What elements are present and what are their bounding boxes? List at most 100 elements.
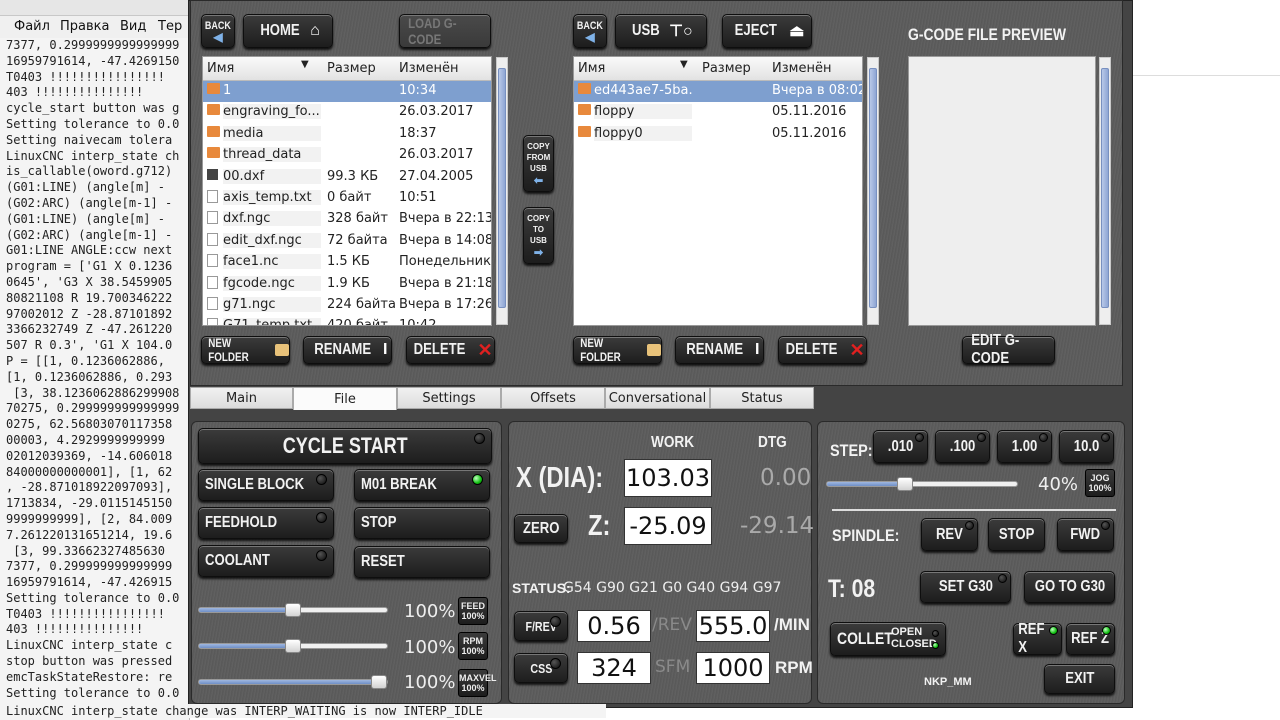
tab-conversational[interactable]: Conversational <box>605 387 710 409</box>
ref-x-button[interactable]: REF X <box>1013 621 1062 656</box>
file-row[interactable]: axis_temp.txt 0 байт 10:51 <box>203 188 491 209</box>
rpm-override-slider[interactable] <box>198 639 388 653</box>
file-row[interactable]: 00.dxf 99.3 КБ 27.04.2005 <box>203 167 491 188</box>
file-row[interactable]: ed443ae7-5ba... Вчера в 08:02 <box>574 81 862 103</box>
local-list-scrollbar[interactable] <box>496 57 508 325</box>
feed-override-knob[interactable] <box>285 603 301 617</box>
reset-button[interactable]: RESET <box>354 546 490 578</box>
m01-break-button[interactable]: M01 BREAK <box>354 469 490 501</box>
rpm-override-knob[interactable] <box>285 639 301 653</box>
step-100-button[interactable]: .100 <box>935 430 990 463</box>
local-file-list[interactable]: Имя ▼ Размер Изменён 1 10:34 engraving_fo.… <box>202 56 492 326</box>
tab-offsets[interactable]: Offsets <box>501 387 605 409</box>
local-delete-button[interactable]: DELETE ✕ <box>406 336 495 364</box>
set-g30-button[interactable]: SET G30 <box>920 571 1011 603</box>
col-modified[interactable]: Изменён <box>399 61 458 76</box>
copy-to-usb-button[interactable]: COPY TO USB ➡ <box>523 207 554 264</box>
tab-main[interactable]: Main <box>190 387 293 409</box>
usb-list-scrollbar[interactable] <box>867 57 879 325</box>
jog-speed-knob[interactable] <box>897 477 913 491</box>
z-work-value[interactable]: -25.09 <box>624 507 712 545</box>
preview-scroll-thumb[interactable] <box>1101 68 1109 308</box>
col-size[interactable]: Размер <box>327 61 376 76</box>
css-button[interactable]: CSS <box>514 653 568 683</box>
maxvel-reset-button[interactable]: MAXVEL 100% <box>458 669 497 697</box>
file-row[interactable]: engraving_fo... 26.03.2017 <box>203 102 491 123</box>
step-1-button[interactable]: 1.00 <box>997 430 1052 463</box>
usb-scroll-thumb[interactable] <box>869 68 877 308</box>
spindle-rev-button[interactable]: REV <box>921 518 978 551</box>
load-gcode-button[interactable]: LOAD G-CODE <box>399 14 491 48</box>
spindle-fwd-button[interactable]: FWD <box>1057 518 1114 551</box>
file-row[interactable]: media 18:37 <box>203 124 491 145</box>
feed-override-slider[interactable] <box>198 603 388 617</box>
usb-delete-button[interactable]: DELETE ✕ <box>778 336 867 364</box>
feed-per-rev-button[interactable]: F/REV <box>514 611 568 641</box>
usb-back-button[interactable]: BACK ◀ <box>573 14 607 48</box>
usb-button[interactable]: USB ⊤○ <box>615 14 707 48</box>
file-row[interactable]: dxf.ngc 328 байт Вчера в 22:13 <box>203 209 491 230</box>
sfm-value[interactable]: 324 <box>577 652 651 684</box>
file-row[interactable]: fgcode.ngc 1.9 КБ Вчера в 21:18 <box>203 274 491 295</box>
usb-file-list[interactable]: Имя ▼ Размер Изменён ed443ae7-5ba... Вчер… <box>573 56 863 326</box>
feed-per-rev-value[interactable]: 0.56 <box>577 610 651 642</box>
sort-chevron-icon[interactable]: ▼ <box>301 59 309 70</box>
home-button[interactable]: HOME ⌂ <box>243 14 333 48</box>
edit-gcode-button[interactable]: EDIT G-CODE <box>962 332 1055 367</box>
file-row[interactable]: G71_temp.txt 420 байт 10:42 <box>203 316 491 325</box>
feedhold-button[interactable]: FEEDHOLD <box>198 507 334 539</box>
preview-scrollbar[interactable] <box>1099 57 1111 325</box>
menu-file[interactable]: Файл <box>14 19 50 34</box>
local-new-folder-button[interactable]: NEW FOLDER <box>201 336 290 364</box>
local-delete-label: DELETE <box>414 341 466 358</box>
x-work-value[interactable]: 103.03 <box>624 459 712 497</box>
eject-button[interactable]: EJECT ⏏ <box>722 14 812 48</box>
exit-button[interactable]: EXIT <box>1044 664 1115 694</box>
file-row[interactable]: floppy 05.11.2016 <box>574 102 862 123</box>
file-row[interactable]: edit_dxf.ngc 72 байта Вчера в 14:08 <box>203 231 491 252</box>
menu-view[interactable]: Вид <box>120 19 146 34</box>
zero-button[interactable]: ZERO <box>514 514 568 543</box>
cycle-start-button[interactable]: CYCLE START <box>198 428 492 464</box>
stop-button[interactable]: STOP <box>354 507 490 539</box>
jog-speed-slider[interactable] <box>826 477 1018 491</box>
file-row[interactable]: face1.nc 1.5 КБ Понедельник <box>203 252 491 273</box>
menu-edit[interactable]: Правка <box>60 19 109 34</box>
usb-col-modified[interactable]: Изменён <box>772 61 831 76</box>
rpm-value[interactable]: 1000 <box>696 652 770 684</box>
tab-status[interactable]: Status <box>710 387 814 409</box>
usb-new-folder-button[interactable]: NEW FOLDER <box>573 336 662 364</box>
col-name[interactable]: Имя <box>207 61 234 76</box>
copy-from-usb-button[interactable]: COPY FROM USB ⬅ <box>523 135 554 192</box>
go-to-g30-button[interactable]: GO TO G30 <box>1024 571 1115 603</box>
feed-per-min-value[interactable]: 555.0 <box>696 610 770 642</box>
local-rename-button[interactable]: RENAME I <box>303 336 392 364</box>
ref-z-button[interactable]: REF Z <box>1066 623 1115 655</box>
maxvel-override-knob[interactable] <box>371 675 387 689</box>
step-10-button[interactable]: 10.0 <box>1059 430 1114 463</box>
menu-terminal[interactable]: Тер <box>158 19 182 34</box>
rpm-reset-button[interactable]: RPM 100% <box>458 632 488 660</box>
coolant-button[interactable]: COOLANT <box>198 545 334 577</box>
back-button[interactable]: BACK ◀ <box>201 14 235 48</box>
usb-col-name[interactable]: Имя <box>578 61 605 76</box>
usb-rename-button[interactable]: RENAME I <box>675 336 764 364</box>
file-date: Вчера в 14:08 <box>399 232 492 248</box>
usb-sort-chevron-icon[interactable]: ▼ <box>680 59 688 70</box>
tab-settings[interactable]: Settings <box>397 387 501 409</box>
file-date: 05.11.2016 <box>772 125 847 141</box>
feed-reset-button[interactable]: FEED 100% <box>458 597 488 625</box>
file-row[interactable]: thread_data 26.03.2017 <box>203 145 491 166</box>
step-010-button[interactable]: .010 <box>873 430 928 463</box>
file-row[interactable]: g71.ngc 224 байта Вчера в 17:26 <box>203 295 491 316</box>
local-scroll-thumb[interactable] <box>498 68 506 308</box>
single-block-button[interactable]: SINGLE BLOCK <box>198 469 334 501</box>
collet-button[interactable]: COLLET OPEN CLOSED <box>830 622 946 656</box>
usb-col-size[interactable]: Размер <box>702 61 751 76</box>
file-row[interactable]: floppy0 05.11.2016 <box>574 124 862 145</box>
jog-reset-button[interactable]: JOG 100% <box>1085 469 1115 497</box>
spindle-stop-button[interactable]: STOP <box>988 518 1045 551</box>
tab-file[interactable]: File <box>293 387 397 410</box>
file-row[interactable]: 1 10:34 <box>203 81 491 103</box>
maxvel-override-slider[interactable] <box>198 675 388 689</box>
